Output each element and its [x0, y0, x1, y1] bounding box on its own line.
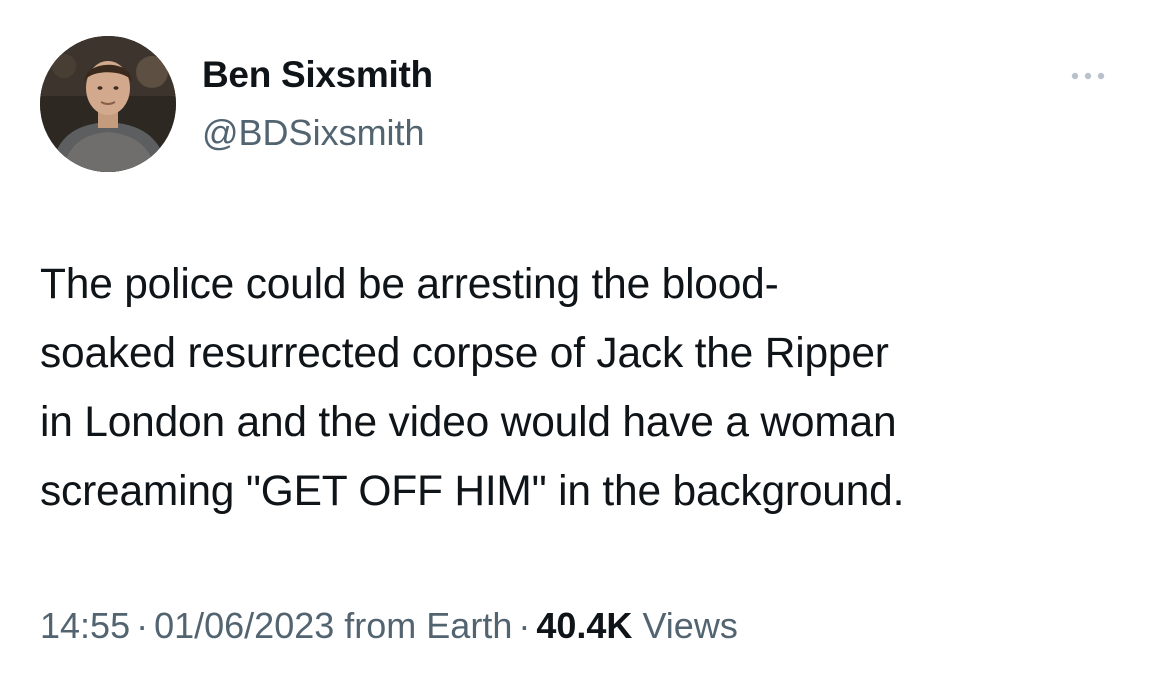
views-count[interactable]: 40.4K: [536, 605, 632, 646]
tweet-text-line: soaked resurrected corpse of Jack the Ri…: [40, 330, 889, 377]
tweet-text: The police could be arresting the blood-…: [40, 250, 1120, 526]
tweet-text-line: in London and the video would have a wom…: [40, 399, 897, 446]
tweet-date[interactable]: 01/06/2023: [154, 605, 334, 646]
author-handle[interactable]: @BDSixsmith: [202, 112, 425, 154]
more-options-button[interactable]: [1064, 62, 1112, 90]
tweet-metadata: 14:55 · 01/06/2023 from Earth · 40.4K Views: [40, 605, 738, 647]
separator: ·: [518, 605, 531, 646]
tweet-card: Ben Sixsmith @BDSixsmith The police coul…: [0, 0, 1151, 680]
avatar-photo: [40, 36, 176, 172]
tweet-text-line: The police could be arresting the blood-: [40, 261, 779, 308]
ellipsis-icon: [1071, 72, 1105, 80]
tweet-time[interactable]: 14:55: [40, 605, 130, 646]
tweet-text-line: screaming "GET OFF HIM" in the backgroun…: [40, 468, 905, 515]
tweet-source: from Earth: [344, 605, 513, 646]
separator: ·: [136, 605, 149, 646]
author-name[interactable]: Ben Sixsmith: [202, 54, 433, 96]
author-avatar[interactable]: [40, 36, 176, 172]
views-label[interactable]: Views: [642, 605, 737, 646]
